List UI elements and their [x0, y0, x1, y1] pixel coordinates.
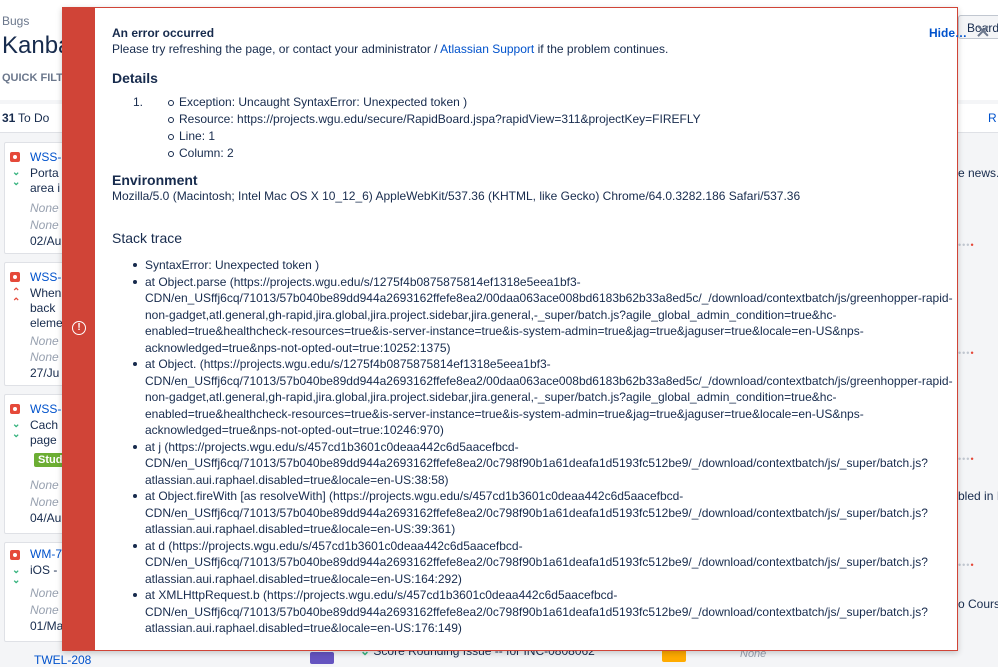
issue-summary: Porta area i [30, 166, 61, 195]
card-dots: ••• [958, 560, 975, 570]
stack-frame: at j (https://projects.wgu.edu/s/457cd1b… [132, 439, 942, 489]
field-none: None [30, 495, 59, 509]
details-item: Resource: https://projects.wgu.edu/secur… [168, 111, 701, 128]
issue-summary: Cach page [30, 418, 59, 447]
priority-high-icon: ⌃ ⌃ [12, 287, 21, 308]
hide-details-link[interactable]: Hide… [929, 26, 967, 40]
column-right-link[interactable]: R [988, 111, 997, 125]
field-none: None [30, 478, 59, 492]
stack-frame: at Object.fireWith [as resolveWith] (htt… [132, 488, 942, 538]
field-none: None [30, 350, 59, 364]
todo-count: 31 [2, 111, 16, 125]
stack-frame: at Object. (https://projects.wgu.edu/s/1… [132, 356, 953, 439]
stack-frame: at XMLHttpRequest.b (https://projects.wg… [132, 587, 942, 637]
details-number: 1. [133, 95, 144, 109]
environment-text: Mozilla/5.0 (Macintosh; Intel Mac OS X 1… [112, 189, 801, 203]
avatar [310, 652, 334, 664]
issue-date: 04/Au [30, 511, 62, 525]
issue-key[interactable]: TWEL-208 [34, 653, 91, 667]
field-none: None [30, 218, 59, 232]
issue-summary: iOS - [30, 563, 58, 577]
bug-icon [10, 152, 20, 162]
field-none: None [30, 603, 59, 617]
error-flag-body: An error occurred Please try refreshing … [112, 8, 967, 650]
issue-date: 02/Au [30, 234, 62, 248]
stack-trace-list: SyntaxError: Unexpected token ) at Objec… [132, 257, 953, 637]
bug-icon [10, 272, 20, 282]
todo-label: To Do [18, 111, 50, 125]
stack-frame: at Object.parse (https://projects.wgu.ed… [132, 274, 953, 357]
field-none: None [30, 201, 59, 215]
field-none: None [30, 334, 59, 348]
environment-heading: Environment [112, 172, 198, 188]
priority-low-icon: ⌄ ⌄ [12, 167, 21, 188]
card-snippet: bled in IE [958, 489, 998, 503]
issue-date: 01/Ma [30, 619, 64, 633]
error-title: An error occurred [112, 26, 215, 40]
close-icon[interactable] [976, 24, 990, 38]
issue-key[interactable]: WSS- [30, 150, 61, 164]
field-none: None [30, 586, 59, 600]
stack-trace-heading: Stack trace [112, 230, 183, 246]
details-heading: Details [112, 70, 158, 86]
stack-frame: at d (https://projects.wgu.edu/s/457cd1b… [132, 538, 942, 588]
card-snippet: e news. [958, 166, 998, 180]
card-dots: ••• [958, 240, 975, 250]
quick-filters-label: QUICK FILTE [2, 72, 71, 84]
project-name[interactable]: Bugs [2, 14, 29, 28]
details-item: Column: 2 [168, 145, 701, 162]
card-dots: ••• [958, 348, 975, 358]
details-item: Line: 1 [168, 128, 701, 145]
error-flag: ! An error occurred Please try refreshin… [62, 7, 967, 651]
error-flag-bar: ! [63, 8, 95, 650]
bug-icon [10, 550, 20, 560]
details-item: Exception: Uncaught SyntaxError: Unexpec… [168, 94, 701, 111]
error-message: Please try refreshing the page, or conta… [112, 42, 669, 56]
issue-key[interactable]: WSS- [30, 402, 61, 416]
priority-low-icon: ⌄ ⌄ [12, 565, 21, 586]
stack-frame: SyntaxError: Unexpected token ) [132, 257, 942, 274]
details-list: Exception: Uncaught SyntaxError: Unexpec… [168, 94, 701, 162]
issue-summary: When back eleme [30, 286, 63, 330]
error-icon: ! [72, 321, 86, 335]
bug-icon [10, 404, 20, 414]
atlassian-support-link[interactable]: Atlassian Support [440, 42, 534, 56]
card-snippet: o Cours [958, 597, 998, 611]
priority-low-icon: ⌄ ⌄ [12, 419, 21, 440]
issue-key[interactable]: WM-7 [30, 547, 62, 561]
card-dots: ••• [958, 454, 975, 464]
issue-date: 27/Ju [30, 366, 60, 380]
issue-key[interactable]: WSS- [30, 270, 61, 284]
